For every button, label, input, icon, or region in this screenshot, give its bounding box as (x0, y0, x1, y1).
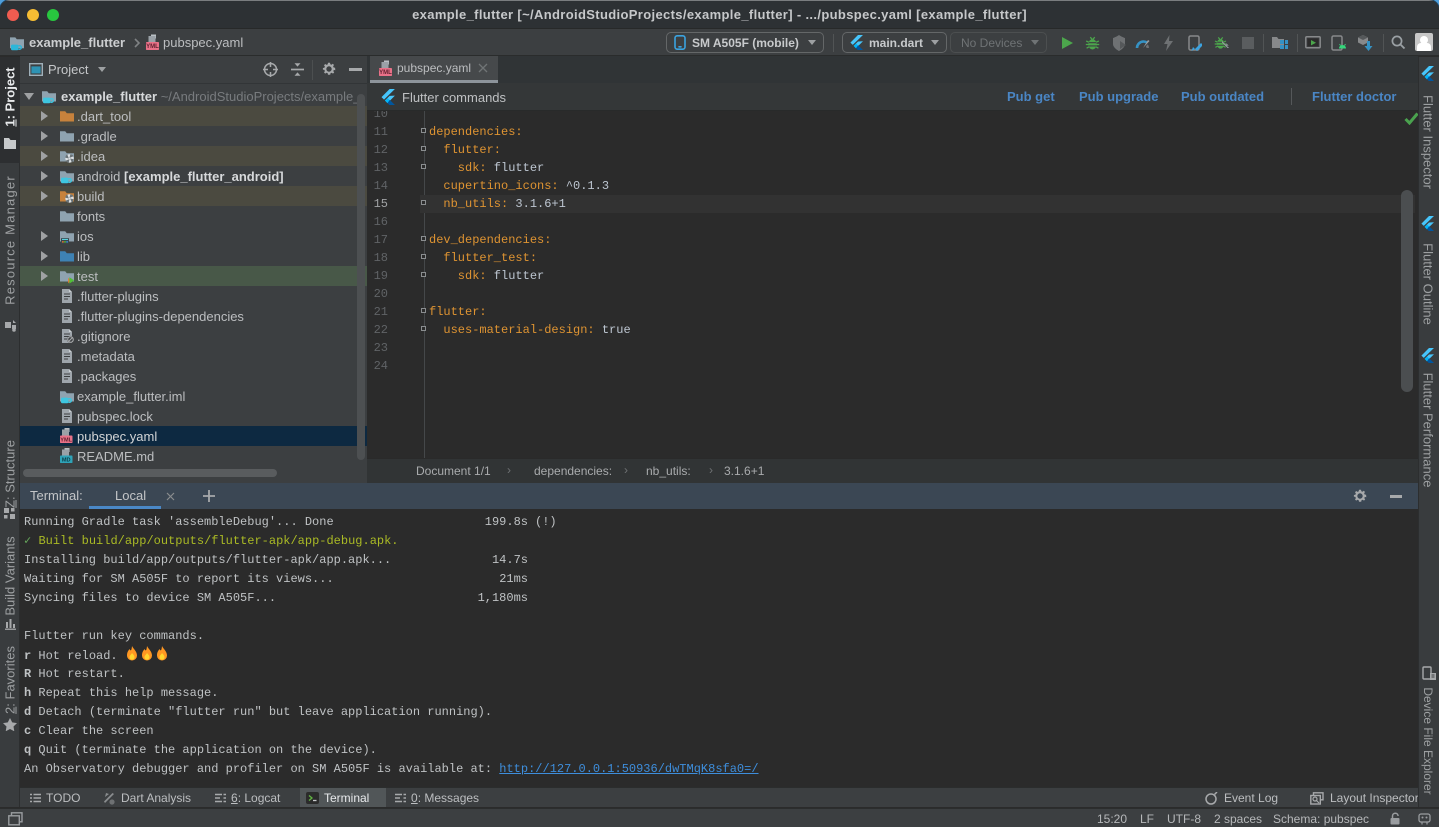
svg-text:YML: YML (379, 70, 392, 76)
svg-text:YML: YML (146, 44, 159, 50)
svg-text:MD: MD (62, 457, 71, 463)
svg-text:YML: YML (60, 437, 72, 443)
